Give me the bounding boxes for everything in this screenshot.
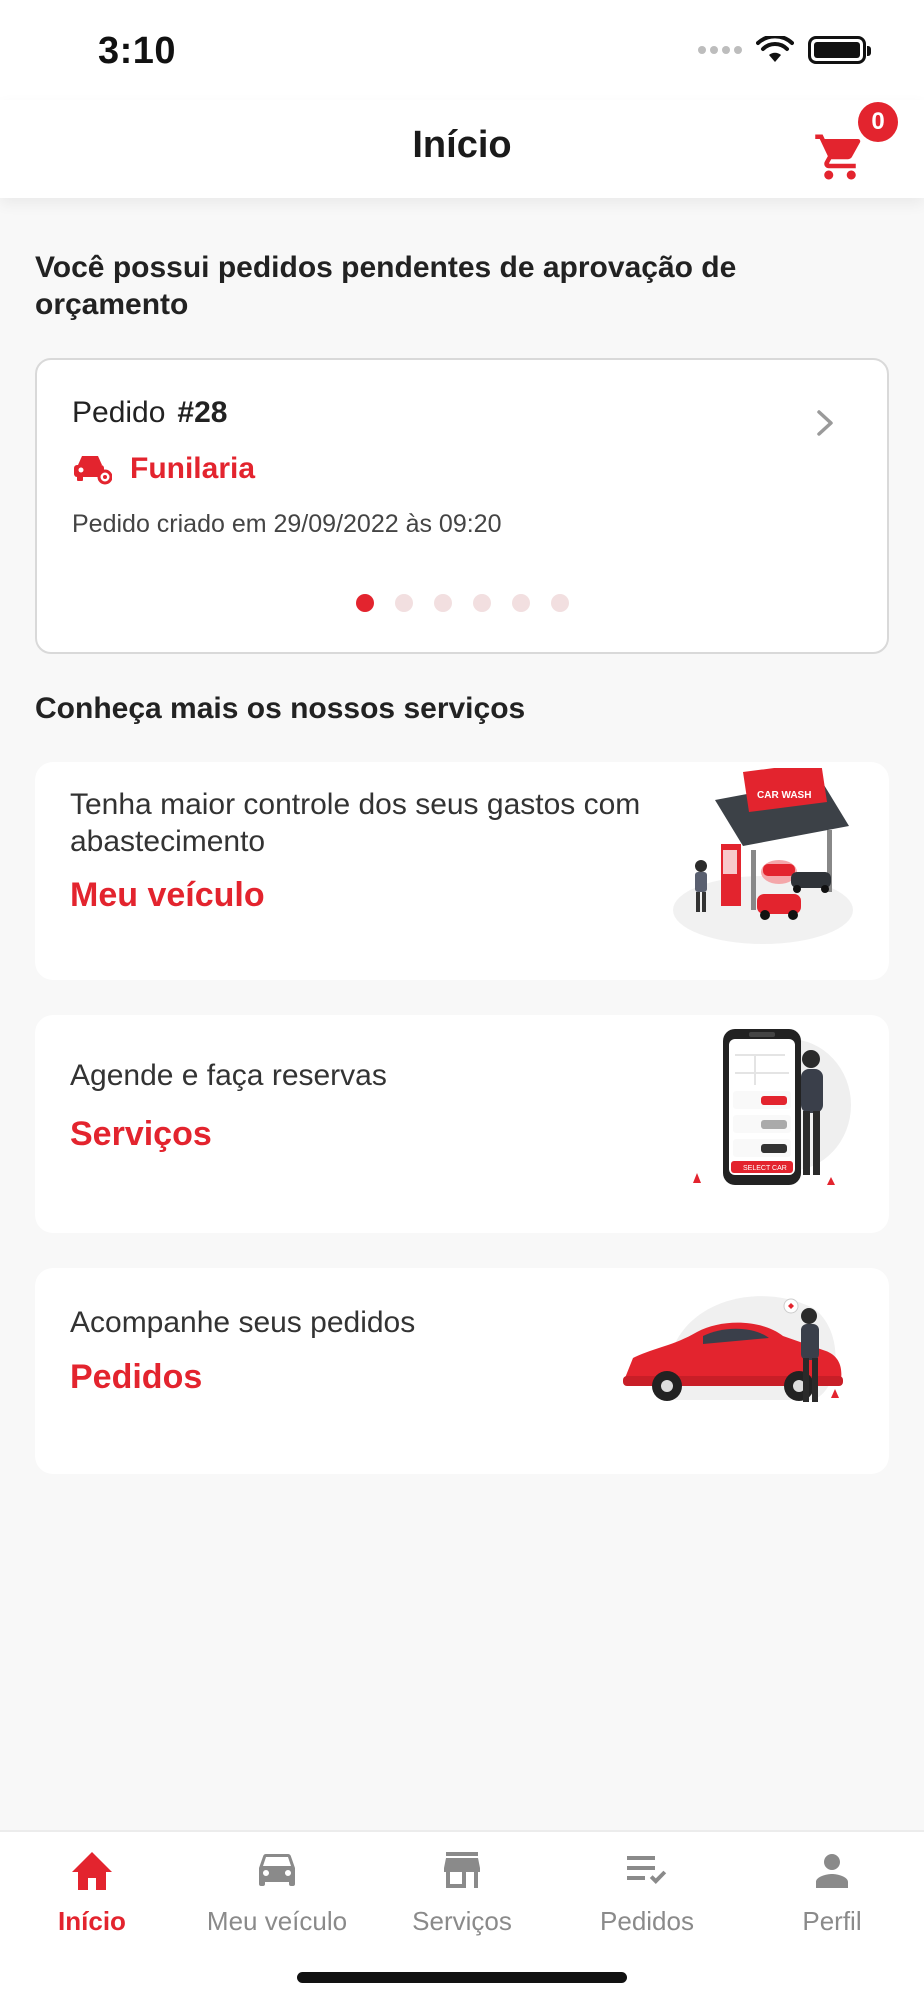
battery-icon <box>808 36 871 64</box>
status-icons <box>698 36 871 64</box>
home-icon <box>72 1852 112 1890</box>
order-heading: Pedido #28 <box>72 396 227 430</box>
service-link-meu-veiculo[interactable]: Meu veículo <box>70 876 265 915</box>
tab-pedidos[interactable]: Pedidos <box>555 1848 739 1937</box>
store-icon <box>444 1852 480 1888</box>
car-wash-icon: CAR WASH <box>673 768 853 944</box>
home-indicator <box>297 1972 627 1983</box>
list-check-icon <box>627 1856 667 1884</box>
car-icon <box>259 1854 295 1886</box>
tab-perfil[interactable]: Perfil <box>740 1848 924 1937</box>
tab-label: Início <box>58 1906 126 1936</box>
service-card-description: Acompanhe seus pedidos <box>70 1306 416 1339</box>
pager-dot[interactable] <box>472 594 491 612</box>
service-card-services[interactable]: Agende e faça reservas Serviços SELECT C… <box>35 1015 889 1233</box>
pager-dot[interactable] <box>511 594 530 612</box>
svg-text:CAR WASH: CAR WASH <box>757 790 811 801</box>
page-title: Início <box>412 124 512 166</box>
phone-select-car-icon: SELECT CAR <box>693 1029 851 1185</box>
status-time: 3:10 <box>98 30 177 72</box>
tab-servicos[interactable]: Serviços <box>370 1848 554 1937</box>
top-app-bar: Início <box>0 100 924 198</box>
tab-label: Perfil <box>802 1906 862 1936</box>
order-service-label: Funilaria <box>130 452 256 485</box>
service-card-description: Tenha maior controle dos seus gastos com… <box>70 788 641 858</box>
status-bar: 3:10 <box>0 0 924 100</box>
person-icon <box>816 1854 848 1888</box>
red-car-icon <box>623 1296 843 1402</box>
chevron-right-icon[interactable] <box>815 408 835 438</box>
signal-icon <box>698 46 742 54</box>
pager-dot[interactable] <box>550 594 569 612</box>
car-repair-icon <box>74 456 112 485</box>
order-service-type: Funilaria <box>72 452 255 486</box>
service-card-vehicle[interactable]: Tenha maior controle dos seus gastos com… <box>35 762 889 980</box>
order-label: Pedido <box>72 396 166 429</box>
tab-meu-veiculo[interactable]: Meu veículo <box>185 1848 369 1937</box>
service-link-servicos[interactable]: Serviços <box>70 1115 212 1154</box>
pending-orders-title: Você possui pedidos pendentes de aprovaç… <box>35 251 737 321</box>
order-created-date: Pedido criado em 29/09/2022 às 09:20 <box>72 510 502 538</box>
pager-dot[interactable] <box>355 594 374 612</box>
wifi-icon <box>756 36 794 62</box>
pager-dots <box>37 594 887 612</box>
svg-text:SELECT CAR: SELECT CAR <box>743 1165 787 1172</box>
tab-label: Pedidos <box>600 1906 694 1936</box>
tab-label: Serviços <box>412 1906 512 1936</box>
pending-order-card[interactable]: Pedido #28 Funilaria Pedido criado em 29/… <box>35 358 889 654</box>
service-card-orders[interactable]: Acompanhe seus pedidos Pedidos <box>35 1268 889 1474</box>
service-link-pedidos[interactable]: Pedidos <box>70 1358 202 1397</box>
tab-label: Meu veículo <box>206 1906 348 1936</box>
order-number: #28 <box>177 396 228 429</box>
tab-inicio[interactable]: Início <box>0 1848 184 1937</box>
pager-dot[interactable] <box>433 594 452 612</box>
services-title: Conheça mais os nossos serviços <box>35 692 526 725</box>
cart-count-badge: 0 <box>858 102 898 142</box>
pager-dot[interactable] <box>394 594 413 612</box>
service-card-description: Agende e faça reservas <box>70 1059 387 1092</box>
cart-icon[interactable] <box>812 130 868 184</box>
